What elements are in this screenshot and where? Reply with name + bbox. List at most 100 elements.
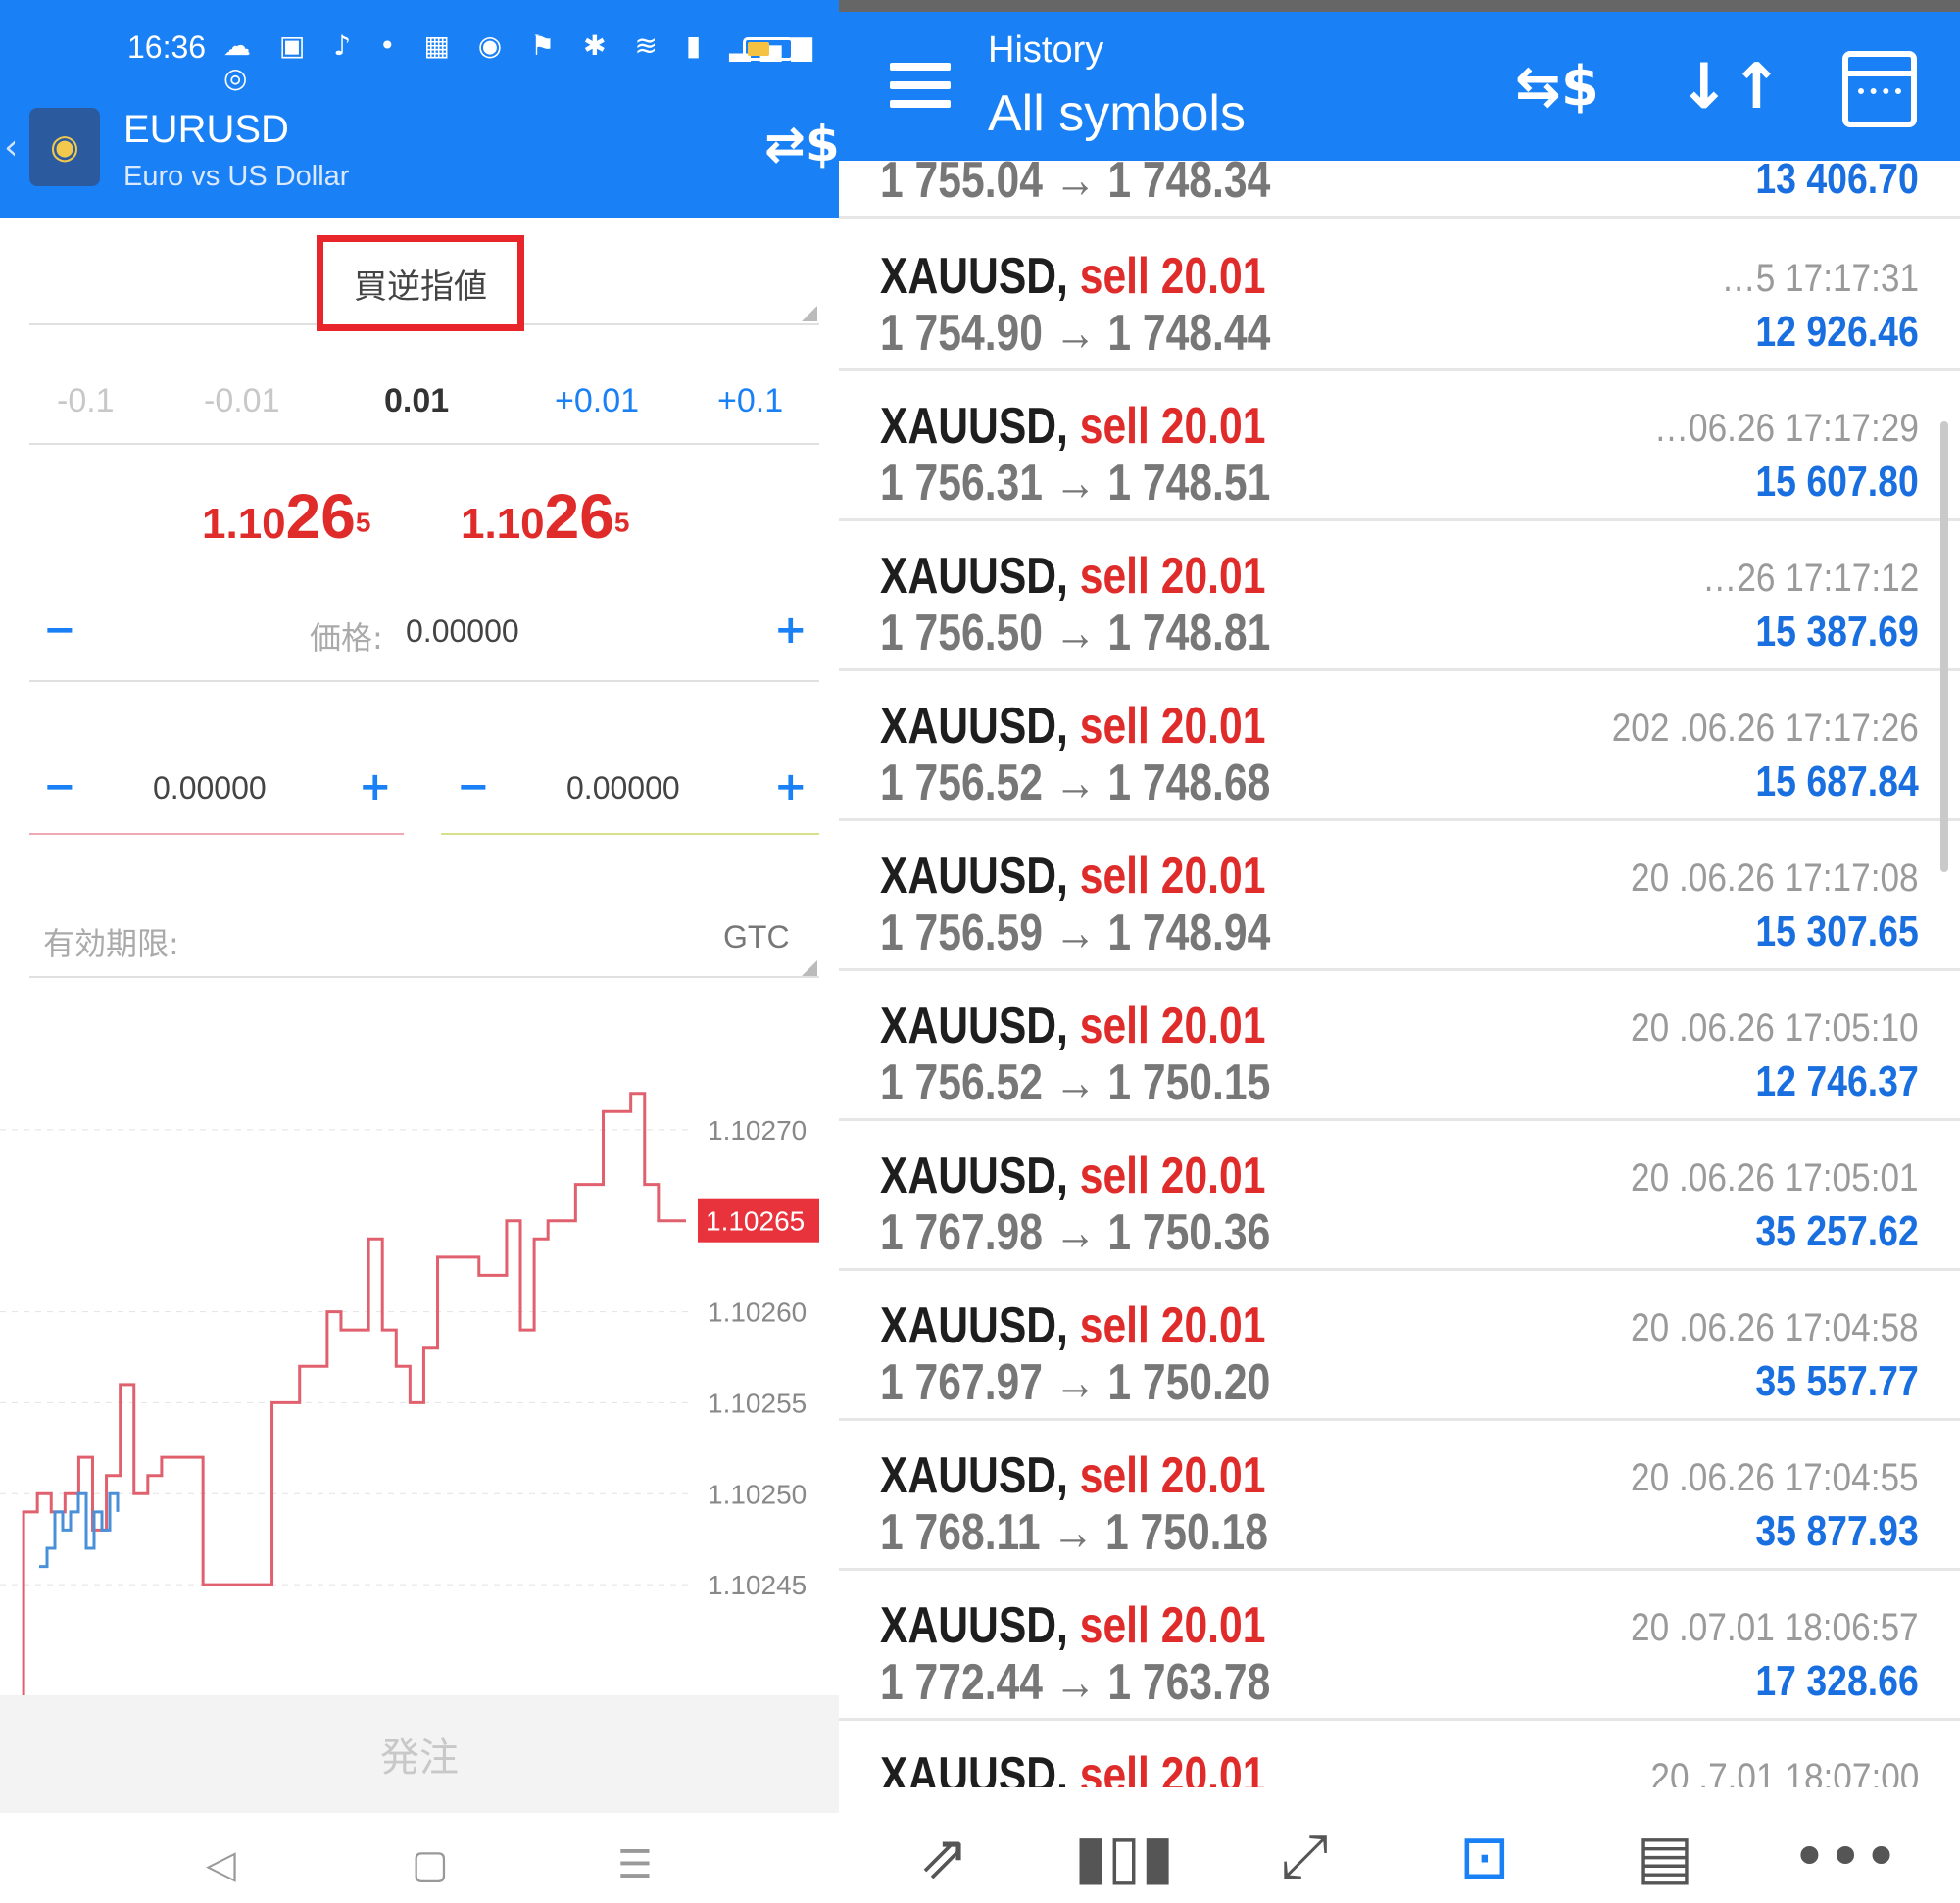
place-order-button[interactable]: 発注	[0, 1695, 839, 1813]
volume-step-plus-0.01[interactable]: +0.01	[555, 382, 639, 420]
symbol-name[interactable]: EURUSD	[123, 108, 289, 152]
history-title: History	[988, 29, 1104, 71]
messages-icon[interactable]: •••	[1791, 1817, 1899, 1895]
volume-step-plus-0.1[interactable]: +0.1	[717, 382, 783, 420]
expiration-value[interactable]: GTC	[723, 919, 790, 955]
expiration-underline	[29, 976, 819, 978]
price-input[interactable]: 0.00000	[406, 613, 519, 650]
trade-profit: 17 328.66	[1755, 1657, 1919, 1705]
trade-symbol: XAUUSD,	[880, 248, 1068, 305]
top-strip	[839, 0, 1960, 12]
volume-value[interactable]: 0.01	[384, 382, 449, 420]
trade-prices: 1 767.98 → 1 750.36	[880, 1204, 1271, 1261]
calendar-icon[interactable]	[1842, 51, 1917, 127]
trade-symbol: XAUUSD,	[880, 1297, 1068, 1354]
sl-minus-button[interactable]: −	[43, 764, 76, 809]
dropdown-corner-icon	[802, 306, 817, 321]
menu-icon[interactable]	[890, 63, 951, 108]
stop-loss-input[interactable]: 0.00000	[153, 770, 267, 806]
trade-icon[interactable]: ⤢	[1260, 1817, 1348, 1895]
order-type-select[interactable]: 買逆指値	[317, 235, 524, 331]
volume-underline	[29, 443, 819, 445]
trade-prices: 1 756.52 → 1 748.68	[880, 755, 1271, 811]
trade-title: XAUUSD, sell 20.01	[880, 1746, 1265, 1787]
trade-row[interactable]: XAUUSD, sell 20.01 1 756.52 → 1 748.68 202…	[839, 671, 1960, 821]
news-icon[interactable]: ▤	[1621, 1817, 1709, 1895]
quotes-icon[interactable]: ⇗	[900, 1817, 988, 1895]
trade-side: sell 20.01	[1079, 848, 1266, 904]
nav-back-icon[interactable]: ◁	[206, 1842, 236, 1887]
trade-title: XAUUSD, sell 20.01	[880, 1596, 1265, 1655]
price-label: 価格:	[310, 619, 383, 657]
tp-plus-button[interactable]: +	[774, 764, 808, 809]
trade-row[interactable]: XAUUSD, sell 20.01 1 772.44 → 1 763.78 20 …	[839, 1571, 1960, 1721]
take-profit-underline	[441, 833, 819, 835]
trade-profit: 35 257.62	[1755, 1207, 1919, 1255]
sort-icon[interactable]: ↓↑	[1678, 51, 1783, 123]
trade-time: 202 .06.26 17:17:26	[1611, 707, 1919, 750]
price-minus-button[interactable]: −	[43, 608, 76, 653]
trade-profit: 12 926.46	[1755, 308, 1919, 356]
trade-prices: 1 756.50 → 1 748.81	[880, 605, 1271, 661]
change-symbol-dollar-icon[interactable]: ⇄$	[764, 116, 839, 172]
symbol-description: Euro vs US Dollar	[123, 161, 350, 192]
symbol-filter[interactable]: All symbols	[988, 84, 1246, 143]
chart-candles-icon[interactable]: ▮▯▮	[1074, 1817, 1174, 1895]
sl-plus-button[interactable]: +	[359, 764, 392, 809]
trade-row[interactable]: XAUUSD, sell 20.01 1 754.90 → 1 748.44 …5 …	[839, 221, 1960, 371]
trade-title: XAUUSD, sell 20.01	[880, 997, 1265, 1055]
trade-time: 20 .06.26 17:17:08	[1631, 856, 1919, 900]
trade-title: XAUUSD, sell 20.01	[880, 397, 1265, 456]
bottom-navigation: ⇗ ▮▯▮ ⤢ ⊡ ▤ •••	[839, 1787, 1960, 1903]
bid-price: 1.10265	[202, 480, 370, 553]
ask-price-point: 5	[613, 507, 630, 538]
dollar-exchange-icon[interactable]: ⇆$	[1515, 55, 1599, 119]
trade-row[interactable]: XAUUSD, sell 20.01 1 768.11 → 1 750.18 20 …	[839, 1421, 1960, 1571]
trade-symbol: XAUUSD,	[880, 1597, 1068, 1654]
trade-row[interactable]: XAUUSD, sell 20.01 20 .7.01 18:07:00	[839, 1721, 1960, 1787]
tp-minus-button[interactable]: −	[457, 764, 490, 809]
trade-row[interactable]: XAUUSD, sell 20.01 1 756.31 → 1 748.51 …06…	[839, 371, 1960, 521]
trade-prices: 1 772.44 → 1 763.78	[880, 1654, 1271, 1711]
nav-menu-icon[interactable]: ☰	[617, 1842, 653, 1887]
trade-side: sell 20.01	[1079, 398, 1266, 455]
trade-profit: 12 746.37	[1755, 1057, 1919, 1105]
trade-symbol: XAUUSD,	[880, 548, 1068, 605]
y-tick-label: 1.10245	[708, 1570, 807, 1600]
trade-history-list: 1 755.04 → 1 748.34 13 406.70 XAUUSD, se…	[839, 161, 1960, 1787]
y-tick-label: 1.10270	[708, 1115, 807, 1146]
trade-profit: 35 877.93	[1755, 1507, 1919, 1555]
trade-time: 20 .06.26 17:05:10	[1631, 1006, 1919, 1049]
scrollbar[interactable]	[1940, 421, 1948, 872]
trade-prices: 1 755.04 → 1 748.34	[880, 161, 1271, 209]
take-profit-input[interactable]: 0.00000	[566, 770, 680, 806]
y-tick-label: 1.10260	[708, 1297, 807, 1328]
volume-step-minus-0.01[interactable]: -0.01	[204, 382, 280, 420]
trade-row[interactable]: XAUUSD, sell 20.01 1 756.50 → 1 748.81 …26…	[839, 521, 1960, 671]
expiration-label: 有効期限:	[43, 925, 179, 962]
trade-time: …26 17:17:12	[1701, 557, 1919, 600]
trade-row[interactable]: XAUUSD, sell 20.01 1 767.97 → 1 750.20 20 …	[839, 1271, 1960, 1421]
ask-price: 1.10265	[461, 480, 629, 553]
trade-row[interactable]: XAUUSD, sell 20.01 1 767.98 → 1 750.36 20 …	[839, 1121, 1960, 1271]
price-plus-button[interactable]: +	[774, 608, 808, 653]
trade-symbol: XAUUSD,	[880, 848, 1068, 904]
volume-step-minus-0.1[interactable]: -0.1	[57, 382, 115, 420]
logo-glyph: ◉	[50, 127, 79, 167]
back-icon[interactable]: ‹	[4, 127, 18, 168]
ask-price-pips: 26	[544, 481, 614, 552]
trade-time: …06.26 17:17:29	[1653, 407, 1919, 450]
stop-loss-underline	[29, 833, 404, 835]
trade-symbol: XAUUSD,	[880, 1147, 1068, 1204]
trade-title: XAUUSD, sell 20.01	[880, 1446, 1265, 1505]
trade-profit: 15 687.84	[1755, 757, 1919, 805]
trade-time: 20 .7.01 18:07:00	[1649, 1756, 1919, 1787]
trade-row-partial[interactable]: 1 755.04 → 1 748.34 13 406.70	[839, 161, 1960, 219]
price-line	[22, 1092, 686, 1695]
trade-profit: 15 387.69	[1755, 608, 1919, 656]
history-inbox-icon[interactable]: ⊡	[1441, 1817, 1529, 1895]
nav-home-icon[interactable]: ▢	[412, 1842, 449, 1887]
trade-row[interactable]: XAUUSD, sell 20.01 1 756.59 → 1 748.94 20 …	[839, 821, 1960, 971]
battery-icon	[743, 37, 794, 61]
trade-row[interactable]: XAUUSD, sell 20.01 1 756.52 → 1 750.15 20 …	[839, 971, 1960, 1121]
